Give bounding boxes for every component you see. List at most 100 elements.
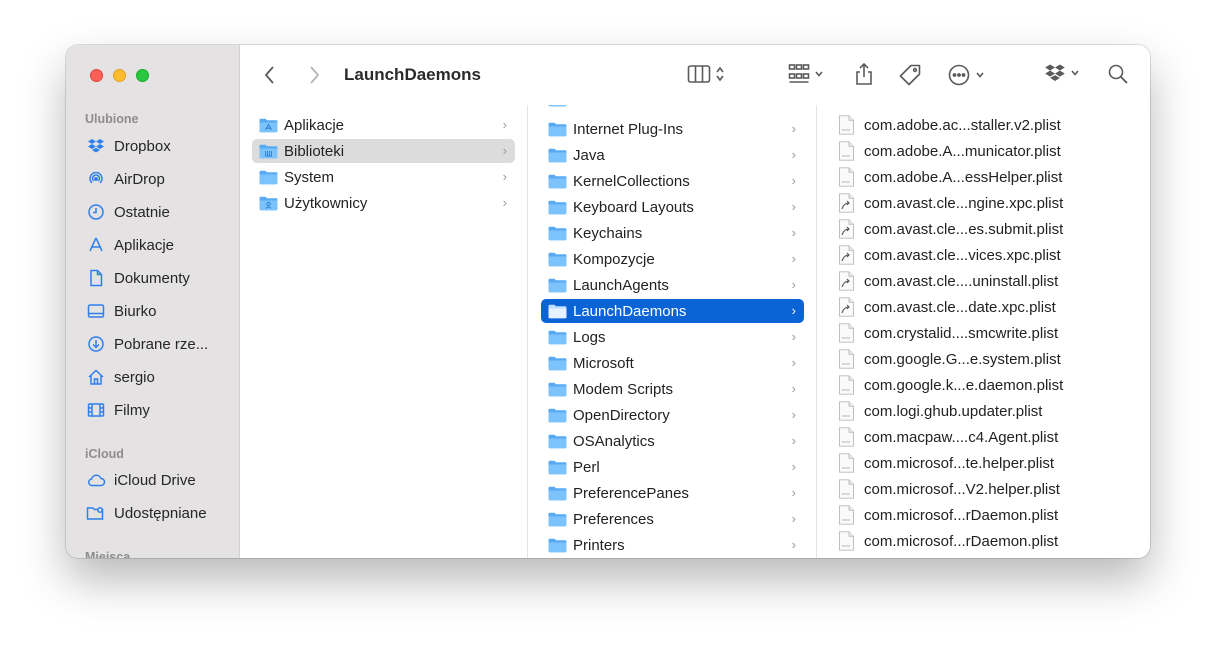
list-item[interactable]: Internet Plug-Ins ›: [541, 117, 804, 141]
chevron-right-icon: ›: [502, 117, 507, 132]
dropbox-icon: [86, 137, 106, 155]
list-item-system[interactable]: System ›: [252, 165, 515, 189]
share-button[interactable]: [854, 62, 874, 86]
finder-window: Ulubione Dropbox AirDrop Ostatnie Aplika…: [66, 45, 1150, 558]
list-item-applications[interactable]: Aplikacje ›: [252, 113, 515, 137]
list-item[interactable]: PreferencePanes ›: [541, 481, 804, 505]
list-item[interactable]: Perl ›: [541, 455, 804, 479]
search-button[interactable]: [1107, 63, 1129, 85]
file-item[interactable]: com.microsof...rDaemon.plist: [830, 529, 1138, 553]
list-item[interactable]: Java ›: [541, 143, 804, 167]
chevron-right-icon: ›: [791, 251, 796, 266]
chevron-right-icon: ›: [502, 143, 507, 158]
list-item[interactable]: Modem Scripts ›: [541, 377, 804, 401]
list-item[interactable]: LaunchDaemons ›: [541, 299, 804, 323]
file-item[interactable]: com.macpaw....c4.Agent.plist: [830, 425, 1138, 449]
plist-file-icon: [839, 401, 854, 421]
close-button[interactable]: [90, 69, 103, 82]
list-item[interactable]: InstallerSandboxes ›: [541, 105, 804, 111]
plist-file-icon: [839, 531, 854, 551]
tag-button[interactable]: [898, 63, 922, 87]
sidebar-item-label: Udostępniane: [114, 504, 207, 522]
list-item[interactable]: LaunchAgents ›: [541, 273, 804, 297]
sidebar-item-shared[interactable]: Udostępniane: [86, 500, 207, 526]
download-icon: [86, 335, 106, 353]
file-item[interactable]: com.crystalid....smcwrite.plist: [830, 321, 1138, 345]
sidebar-item-movies[interactable]: Filmy: [86, 397, 150, 423]
list-item-label: Perl: [573, 458, 600, 476]
folder-icon: [548, 122, 567, 136]
share-icon: [856, 62, 872, 85]
file-item[interactable]: com.avast.cle...date.xpc.plist: [830, 295, 1138, 319]
file-item[interactable]: com.microsof...V2.helper.plist: [830, 477, 1138, 501]
file-item[interactable]: com.adobe.ac...staller.v2.plist: [830, 113, 1138, 137]
file-item[interactable]: com.microsof...te.helper.plist: [830, 451, 1138, 475]
file-item-label: com.google.G...e.system.plist: [864, 350, 1061, 368]
file-item[interactable]: com.adobe.A...municator.plist: [830, 139, 1138, 163]
list-item[interactable]: OpenDirectory ›: [541, 403, 804, 427]
list-item[interactable]: Microsoft ›: [541, 351, 804, 375]
sidebar-item-icloud-drive[interactable]: iCloud Drive: [86, 467, 196, 493]
sidebar-item-desktop[interactable]: Biurko: [86, 298, 157, 324]
sidebar-item-airdrop[interactable]: AirDrop: [86, 166, 165, 192]
list-item-label: Java: [573, 146, 605, 164]
list-item[interactable]: Kompozycje ›: [541, 247, 804, 271]
list-item-label: InstallerSandboxes: [573, 105, 701, 108]
list-item[interactable]: OSAnalytics ›: [541, 429, 804, 453]
file-item[interactable]: com.microsof...rDaemon.plist: [830, 503, 1138, 527]
chevron-right-icon: ›: [791, 537, 796, 552]
file-item[interactable]: com.adobe.A...essHelper.plist: [830, 165, 1138, 189]
list-item-users[interactable]: Użytkownicy ›: [252, 191, 515, 215]
folder-icon: [548, 148, 567, 162]
sidebar-item-dropbox[interactable]: Dropbox: [86, 133, 171, 159]
more-actions-button[interactable]: [947, 63, 985, 87]
ellipsis-circle-icon: [948, 64, 970, 86]
sidebar-section-icloud: iCloud: [85, 447, 124, 461]
file-item[interactable]: com.google.k...e.daemon.plist: [830, 373, 1138, 397]
chevron-right-icon: ›: [791, 459, 796, 474]
column-3: com.adobe.ac...staller.v2.plist com.adobe…: [818, 105, 1150, 558]
folder-icon: [548, 105, 567, 106]
toolbar: LaunchDaemons: [240, 45, 1150, 105]
file-item[interactable]: com.avast.cle...vices.xpc.plist: [830, 243, 1138, 267]
dropbox-button[interactable]: [1044, 63, 1080, 83]
plist-file-icon: [839, 115, 854, 135]
sidebar: Ulubione Dropbox AirDrop Ostatnie Aplika…: [66, 45, 240, 558]
sidebar-item-documents[interactable]: Dokumenty: [86, 265, 190, 291]
list-item[interactable]: Keyboard Layouts ›: [541, 195, 804, 219]
folder-icon: [548, 512, 567, 526]
file-item[interactable]: com.avast.cle...es.submit.plist: [830, 217, 1138, 241]
file-item[interactable]: com.avast.cle....uninstall.plist: [830, 269, 1138, 293]
minimize-button[interactable]: [113, 69, 126, 82]
file-item[interactable]: com.avast.cle...ngine.xpc.plist: [830, 191, 1138, 215]
folder-icon: [259, 196, 278, 210]
sidebar-item-recents[interactable]: Ostatnie: [86, 199, 170, 225]
sidebar-item-downloads[interactable]: Pobrane rze...: [86, 331, 208, 357]
list-item-library[interactable]: Biblioteki ›: [252, 139, 515, 163]
group-button[interactable]: [788, 63, 824, 85]
file-item-label: com.logi.ghub.updater.plist: [864, 402, 1043, 420]
back-button[interactable]: [264, 65, 276, 85]
zoom-button[interactable]: [136, 69, 149, 82]
sidebar-item-label: AirDrop: [114, 170, 165, 188]
desktop-icon: [86, 302, 106, 320]
folder-icon: [548, 486, 567, 500]
chevron-down-icon: [1071, 70, 1079, 76]
list-item[interactable]: Keychains ›: [541, 221, 804, 245]
file-item[interactable]: com.logi.ghub.updater.plist: [830, 399, 1138, 423]
file-item[interactable]: com.google.G...e.system.plist: [830, 347, 1138, 371]
view-button[interactable]: [687, 63, 725, 85]
list-item[interactable]: Logs ›: [541, 325, 804, 349]
folder-icon: [548, 304, 567, 318]
chevron-right-icon: ›: [791, 225, 796, 240]
list-item[interactable]: KernelCollections ›: [541, 169, 804, 193]
sidebar-item-home[interactable]: sergio: [86, 364, 155, 390]
list-item[interactable]: Preferences ›: [541, 507, 804, 531]
list-item[interactable]: Printers ›: [541, 533, 804, 557]
tag-icon: [899, 64, 921, 86]
chevron-right-icon: ›: [792, 105, 796, 106]
file-item-label: com.avast.cle...es.submit.plist: [864, 220, 1064, 238]
forward-button[interactable]: [308, 65, 320, 85]
file-item-label: com.google.k...e.daemon.plist: [864, 376, 1064, 394]
sidebar-item-applications[interactable]: Aplikacje: [86, 232, 174, 258]
